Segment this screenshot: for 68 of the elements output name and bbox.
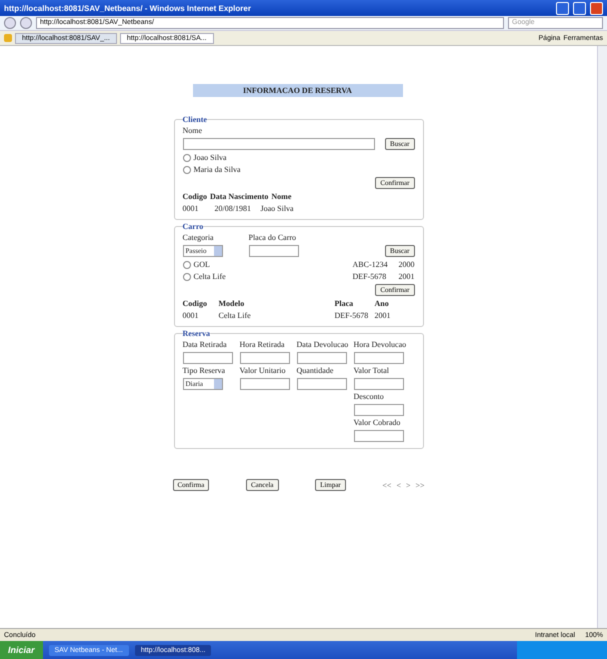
table-cell-text: 20/08/1981 bbox=[214, 204, 252, 213]
text-input[interactable] bbox=[354, 378, 404, 390]
column-header: Codigo bbox=[182, 192, 207, 201]
table-cell: DEF-5678 bbox=[334, 311, 368, 320]
section-legend: Carro bbox=[182, 222, 204, 231]
plate-text: ABC-1234 bbox=[352, 260, 389, 269]
column-header: Data Nascimento bbox=[210, 192, 268, 201]
field-label: Valor Total bbox=[354, 366, 390, 375]
radio-button[interactable] bbox=[182, 166, 190, 174]
field-label: Placa do Carro bbox=[248, 233, 296, 242]
table-cell-text: 2001 bbox=[374, 311, 392, 320]
radio-button[interactable] bbox=[182, 272, 190, 280]
field-label: Categoria bbox=[182, 233, 215, 242]
text-input[interactable] bbox=[354, 430, 404, 442]
forward-button[interactable] bbox=[20, 17, 32, 29]
dropdown-icon bbox=[214, 379, 222, 389]
year-text: 2000 bbox=[398, 260, 414, 269]
radio-button[interactable] bbox=[182, 260, 190, 268]
maximize-button[interactable] bbox=[573, 2, 586, 14]
text-input[interactable] bbox=[354, 352, 404, 364]
field-label: Valor Cobrado bbox=[354, 418, 402, 427]
plate-input[interactable] bbox=[248, 245, 298, 257]
table-cell-text: Joao Silva bbox=[260, 204, 295, 213]
field-label: Tipo Reserva bbox=[182, 366, 226, 375]
field-label: Quantidade bbox=[296, 366, 334, 375]
minimize-button[interactable] bbox=[556, 2, 569, 14]
section-legend: Reserva bbox=[182, 329, 210, 338]
dropdown-icon bbox=[214, 246, 222, 256]
field-label: Data Retirada bbox=[182, 340, 228, 349]
text-input[interactable] bbox=[354, 404, 404, 416]
field-label: Valor Unitario bbox=[240, 366, 286, 375]
close-button[interactable] bbox=[590, 2, 603, 14]
pager-link[interactable]: > bbox=[406, 480, 410, 490]
field-label: Hora Retirada bbox=[240, 340, 286, 349]
radio-label: Celta Life bbox=[194, 272, 226, 281]
pager-link[interactable]: << bbox=[382, 480, 392, 490]
field-label: Nome bbox=[182, 126, 204, 135]
name-input[interactable] bbox=[182, 138, 374, 150]
column-header: Nome bbox=[271, 192, 292, 201]
pager-link[interactable]: < bbox=[396, 480, 401, 490]
table-cell-text: Celta Life bbox=[218, 311, 252, 320]
page-heading: INFORMACAO DE RESERVA bbox=[192, 84, 402, 97]
pager-link[interactable]: >> bbox=[415, 480, 424, 490]
favorites-icon[interactable] bbox=[4, 34, 12, 42]
text-input[interactable] bbox=[240, 378, 290, 390]
text-input[interactable] bbox=[240, 352, 290, 364]
section-legend: Cliente bbox=[182, 115, 207, 124]
table-cell-text: 0001 bbox=[182, 311, 200, 320]
radio-label: Maria da Silva bbox=[194, 165, 241, 174]
window-title: http://localhost:8081/SAV_Netbeans/ - Windows Internet Explorer bbox=[4, 4, 252, 12]
table-cell-text: 0001 bbox=[182, 204, 200, 213]
radio-label: Joao Silva bbox=[194, 153, 227, 162]
year-text: 2001 bbox=[398, 272, 414, 281]
text-input[interactable] bbox=[296, 352, 346, 364]
start-button[interactable]: Iniciar bbox=[0, 641, 43, 659]
radio-button[interactable] bbox=[182, 154, 190, 162]
text-input[interactable] bbox=[296, 378, 346, 390]
field-label: Data Devolucao bbox=[296, 340, 348, 349]
field-label: Desconto bbox=[354, 392, 385, 401]
column-header: Modelo bbox=[218, 299, 246, 308]
column-header: Placa bbox=[334, 299, 354, 308]
plate-text: DEF-5678 bbox=[352, 272, 388, 281]
field-label: Hora Devolucao bbox=[354, 340, 406, 349]
column-header: Codigo bbox=[182, 299, 208, 308]
radio-label: GOL bbox=[194, 260, 210, 269]
column-header: Ano bbox=[374, 299, 390, 308]
text-input[interactable] bbox=[182, 352, 232, 364]
back-button[interactable] bbox=[4, 17, 16, 29]
